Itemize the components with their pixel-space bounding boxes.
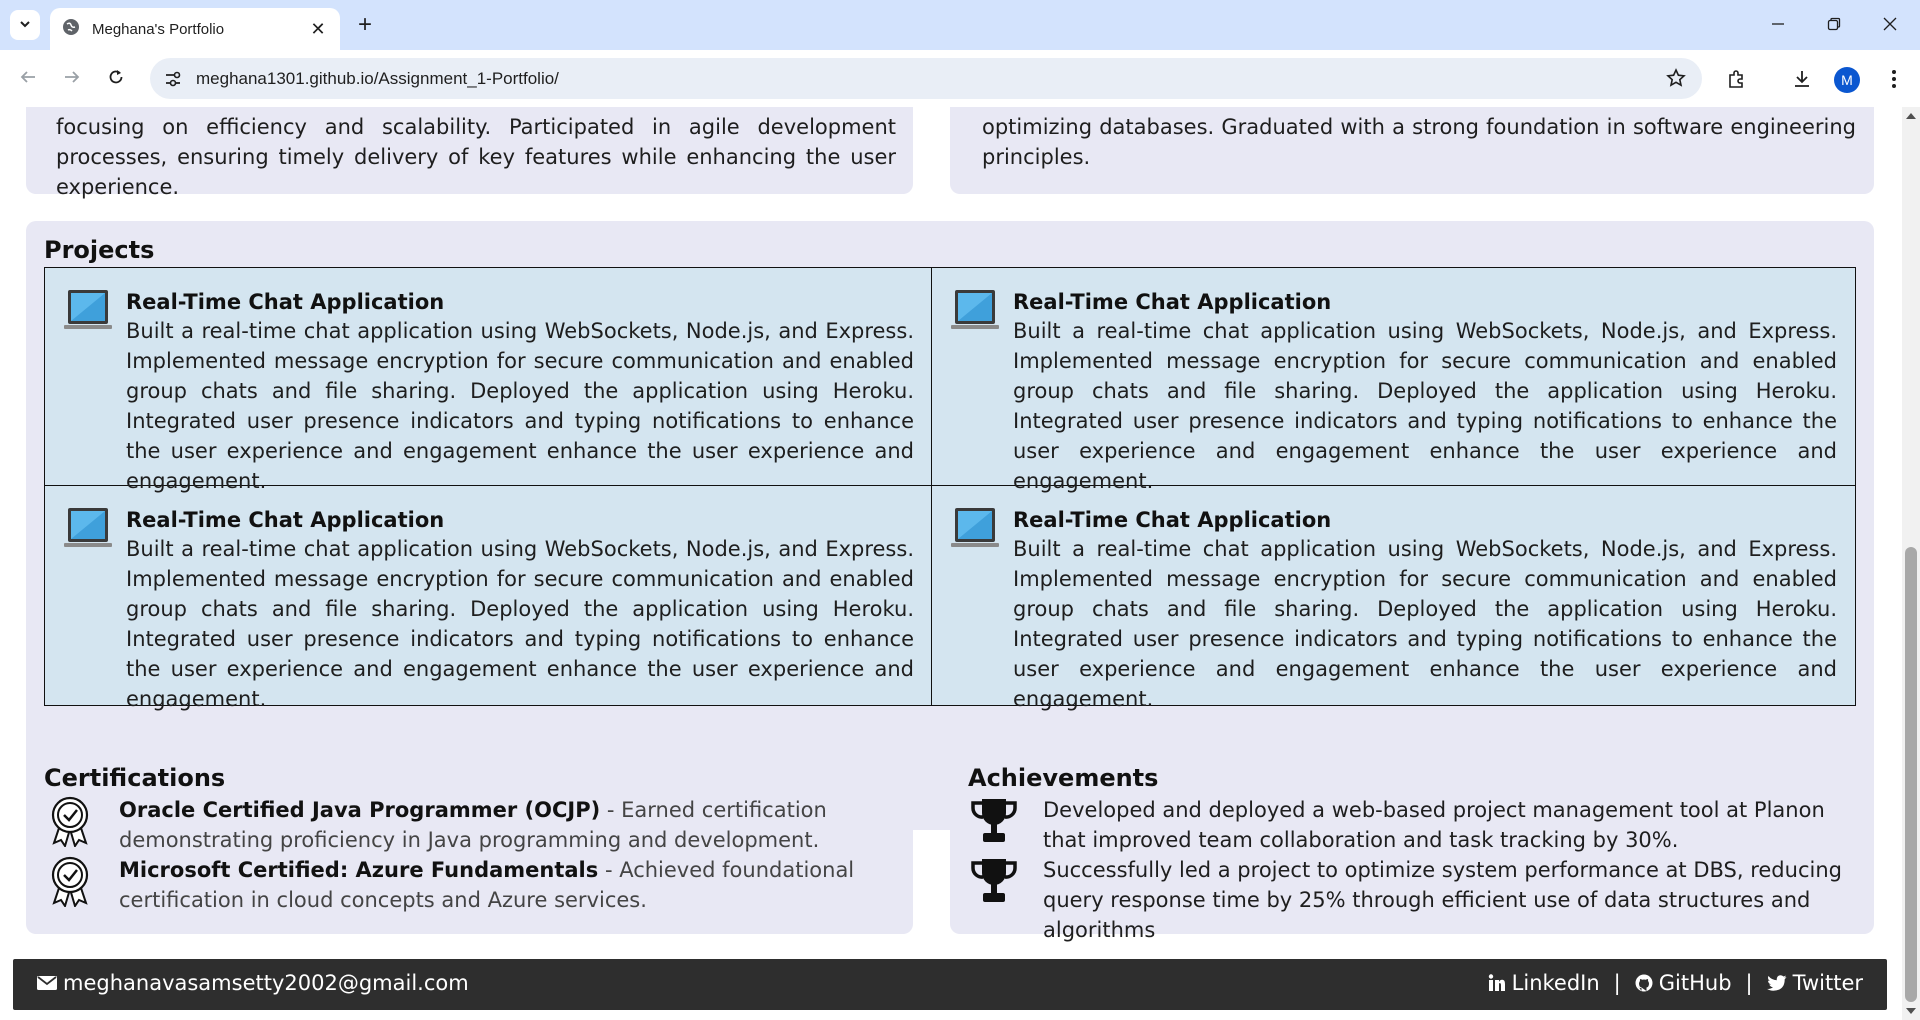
chevron-down-icon (18, 16, 32, 35)
project-card: Real-Time Chat Application Built a real-… (932, 268, 1855, 493)
window-close-button[interactable] (1870, 10, 1910, 40)
globe-icon (62, 18, 80, 40)
certificate-badge-icon (44, 795, 96, 849)
achievement-text: Developed and deployed a web-based proje… (1043, 798, 1825, 852)
trophy-icon (968, 795, 1020, 847)
education-card-right: optimizing databases. Graduated with a s… (950, 107, 1874, 194)
minimize-icon (1771, 16, 1785, 35)
project-title: Real-Time Chat Application (126, 508, 445, 532)
address-bar[interactable]: meghana1301.github.io/Assignment_1-Portf… (150, 58, 1702, 99)
scrollbar-thumb[interactable] (1905, 547, 1917, 1002)
back-button[interactable] (12, 63, 44, 95)
github-label[interactable]: GitHub (1659, 971, 1732, 995)
project-description: Built a real-time chat application using… (126, 319, 914, 493)
project-card: Real-Time Chat Application Built a real-… (45, 486, 932, 711)
linkedin-link[interactable]: LinkedIn (1488, 971, 1600, 995)
arrow-left-icon (19, 68, 37, 90)
certification-name: Microsoft Certified: Azure Fundamentals (119, 858, 599, 882)
bookmark-star-icon[interactable] (1664, 66, 1688, 90)
github-link[interactable]: GitHub (1635, 971, 1732, 995)
tab-portfolio[interactable]: Meghana's Portfolio ✕ (50, 8, 340, 50)
close-icon (1883, 16, 1897, 35)
twitter-label[interactable]: Twitter (1793, 971, 1863, 995)
certification-text: Oracle Certified Java Programmer (OCJP) … (119, 795, 899, 855)
scroll-up-arrow-icon[interactable] (1906, 113, 1916, 119)
restore-icon (1827, 16, 1841, 35)
social-links: LinkedIn | GitHub | Twitter (1488, 971, 1863, 995)
laptop-icon (950, 504, 1000, 554)
projects-section: Projects Real-Time Chat Application Buil… (26, 221, 1874, 830)
linkedin-label[interactable]: LinkedIn (1512, 971, 1600, 995)
tab-title: Meghana's Portfolio (92, 20, 225, 38)
site-info-icon[interactable] (162, 68, 184, 90)
certifications-title: Certifications (44, 764, 226, 792)
certifications-section: Certifications Oracle Certified Java Pro… (26, 749, 913, 934)
forward-button[interactable] (56, 63, 88, 95)
link-separator: | (1745, 971, 1753, 995)
link-separator: | (1613, 971, 1621, 995)
twitter-icon (1766, 975, 1787, 991)
scroll-down-arrow-icon[interactable] (1906, 1008, 1916, 1014)
download-icon[interactable] (1786, 63, 1818, 95)
project-description: Built a real-time chat application using… (1013, 319, 1837, 493)
twitter-link[interactable]: Twitter (1766, 971, 1863, 995)
certificate-badge-icon (44, 855, 96, 909)
contact-footer: meghanavasamsetty2002@gmail.com LinkedIn… (13, 959, 1887, 1010)
laptop-icon (950, 286, 1000, 336)
laptop-icon (63, 504, 113, 554)
email-link[interactable]: meghanavasamsetty2002@gmail.com (37, 971, 469, 995)
experience-card-left: focusing on efficiency and scalability. … (26, 107, 913, 199)
projects-title: Projects (44, 236, 155, 264)
tab-search-button[interactable] (10, 10, 40, 40)
certification-text: Microsoft Certified: Azure Fundamentals … (119, 855, 899, 915)
reload-button[interactable] (100, 63, 132, 95)
achievement-text: Successfully led a project to optimize s… (1043, 858, 1842, 942)
linkedin-icon (1488, 974, 1506, 992)
laptop-icon (63, 286, 113, 336)
email-text[interactable]: meghanavasamsetty2002@gmail.com (63, 971, 469, 995)
project-title: Real-Time Chat Application (1013, 508, 1332, 532)
certification-name: Oracle Certified Java Programmer (OCJP) (119, 798, 601, 822)
browser-toolbar: meghana1301.github.io/Assignment_1-Portf… (0, 50, 1920, 107)
profile-avatar[interactable]: M (1834, 67, 1860, 93)
achievements-title: Achievements (968, 764, 1159, 792)
menu-kebab-icon[interactable] (1878, 63, 1910, 95)
minimize-button[interactable] (1758, 10, 1798, 40)
new-tab-button[interactable]: + (352, 11, 378, 38)
achievements-section: Achievements Developed and deployed a we… (950, 749, 1874, 942)
projects-grid: Real-Time Chat Application Built a real-… (44, 267, 1856, 711)
arrow-right-icon (63, 68, 81, 90)
restore-button[interactable] (1814, 10, 1854, 40)
page-viewport: focusing on efficiency and scalability. … (0, 107, 1920, 1020)
project-title: Real-Time Chat Application (126, 290, 445, 314)
close-icon[interactable]: ✕ (306, 17, 330, 41)
project-description: Built a real-time chat application using… (126, 537, 914, 711)
envelope-icon (37, 975, 57, 991)
experience-text: focusing on efficiency and scalability. … (56, 115, 896, 199)
project-card: Real-Time Chat Application Built a real-… (932, 486, 1855, 711)
project-card: Real-Time Chat Application Built a real-… (45, 268, 932, 493)
project-title: Real-Time Chat Application (1013, 290, 1332, 314)
browser-tab-strip: Meghana's Portfolio ✕ + (0, 0, 1920, 50)
url-text[interactable]: meghana1301.github.io/Assignment_1-Portf… (196, 69, 559, 89)
extensions-icon[interactable] (1720, 63, 1752, 95)
reload-icon (107, 68, 125, 90)
education-text: optimizing databases. Graduated with a s… (982, 115, 1856, 169)
project-description: Built a real-time chat application using… (1013, 537, 1837, 711)
trophy-icon (968, 855, 1020, 907)
page-scrollbar[interactable] (1902, 107, 1920, 1020)
github-icon (1635, 974, 1653, 992)
